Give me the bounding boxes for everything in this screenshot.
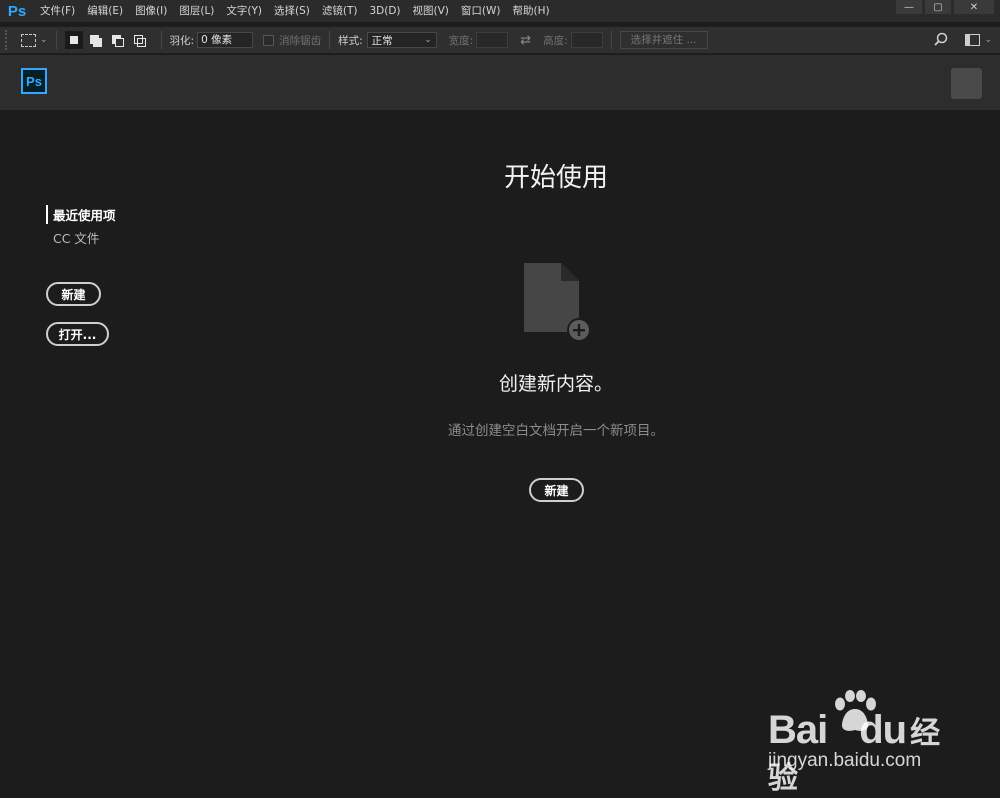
height-input[interactable] (570, 32, 603, 48)
minimize-button[interactable]: — (896, 0, 922, 14)
divider (55, 31, 57, 49)
sidebar-item-cc-files[interactable]: CC 文件 (53, 228, 99, 247)
new-selection-button[interactable] (64, 31, 83, 49)
feather-input[interactable] (197, 32, 254, 48)
menu-edit[interactable]: 编辑(E) (81, 0, 129, 22)
menu-file[interactable]: 文件(F) (34, 0, 81, 22)
sidebar-item-recent[interactable]: 最近使用项 (46, 205, 116, 224)
create-new-heading: 创建新内容。 (498, 373, 613, 395)
height-label: 高度: (543, 34, 568, 47)
search-icon[interactable] (931, 30, 951, 50)
menu-view[interactable]: 视图(V) (407, 0, 455, 22)
select-and-mask-button[interactable]: 选择并遮住 ... (619, 31, 708, 49)
sidebar-open-button[interactable]: 打开... (46, 322, 109, 346)
new-file-icon (524, 263, 591, 342)
page-title: 开始使用 (503, 163, 608, 193)
menu-window[interactable]: 窗口(W) (455, 0, 507, 22)
window-controls: — ▢ ✕ (893, 0, 994, 14)
chevron-down-icon: ⌄ (424, 35, 432, 45)
menu-image[interactable]: 图像(I) (129, 0, 173, 22)
divider (610, 31, 612, 49)
menu-select[interactable]: 选择(S) (268, 0, 316, 22)
avatar[interactable] (951, 68, 982, 99)
toolbar-grip[interactable] (5, 30, 13, 50)
new-selection-icon (69, 36, 78, 44)
antialias-checkbox[interactable] (263, 34, 275, 46)
width-input[interactable] (476, 32, 509, 48)
create-new-description: 通过创建空白文档开启一个新项目。 (448, 423, 664, 439)
menu-bar: Ps 文件(F) 编辑(E) 图像(I) 图层(L) 文字(Y) 选择(S) 滤… (0, 0, 1000, 22)
watermark-url: jingyan.baidu.com (768, 750, 922, 771)
marquee-icon (21, 33, 36, 47)
antialias-label: 消除锯齿 (279, 34, 322, 47)
intersect-selection-icon (134, 34, 147, 47)
maximize-button[interactable]: ▢ (925, 0, 951, 14)
app-logo[interactable]: Ps (0, 0, 34, 22)
add-to-selection-button[interactable] (87, 31, 105, 49)
workspace-switcher[interactable]: ⌄ (965, 34, 992, 46)
close-button[interactable]: ✕ (954, 0, 994, 14)
sidebar-new-button[interactable]: 新建 (46, 282, 101, 306)
photoshop-logo: Ps (21, 68, 47, 94)
menu-layer[interactable]: 图层(L) (173, 0, 220, 22)
menu-filter[interactable]: 滤镜(T) (316, 0, 364, 22)
menu-3d[interactable]: 3D(D) (363, 0, 406, 22)
subtract-selection-icon (112, 34, 125, 47)
divider (160, 31, 162, 49)
swap-icon[interactable]: ⇄ (520, 33, 531, 48)
options-right: ⌄ (931, 27, 1000, 53)
add-selection-icon (90, 34, 103, 47)
menu-help[interactable]: 帮助(H) (507, 0, 556, 22)
baidu-watermark: Bai du 经验 jingyan.baidu.com (768, 690, 968, 796)
chevron-down-icon: ⌄ (40, 35, 48, 45)
subtract-selection-button[interactable] (109, 31, 127, 49)
workspace-icon (965, 34, 981, 46)
chevron-down-icon: ⌄ (984, 35, 992, 45)
start-header: Ps (0, 55, 1000, 110)
feather-label: 羽化: (169, 34, 195, 47)
options-bar: ⌄ 羽化: 消除锯齿 样式: 正常 ⌄ 宽度: ⇄ 高度: 选择并遮住 ... … (0, 26, 1000, 54)
tool-preset-picker[interactable]: ⌄ (21, 33, 48, 47)
width-label: 宽度: (448, 34, 474, 47)
main-new-button[interactable]: 新建 (529, 478, 584, 502)
style-select[interactable]: 正常 ⌄ (366, 32, 437, 48)
menu-type[interactable]: 文字(Y) (220, 0, 268, 22)
style-label: 样式: (338, 34, 363, 47)
intersect-selection-button[interactable] (131, 31, 149, 49)
divider (329, 31, 331, 49)
style-value: 正常 (371, 34, 393, 47)
